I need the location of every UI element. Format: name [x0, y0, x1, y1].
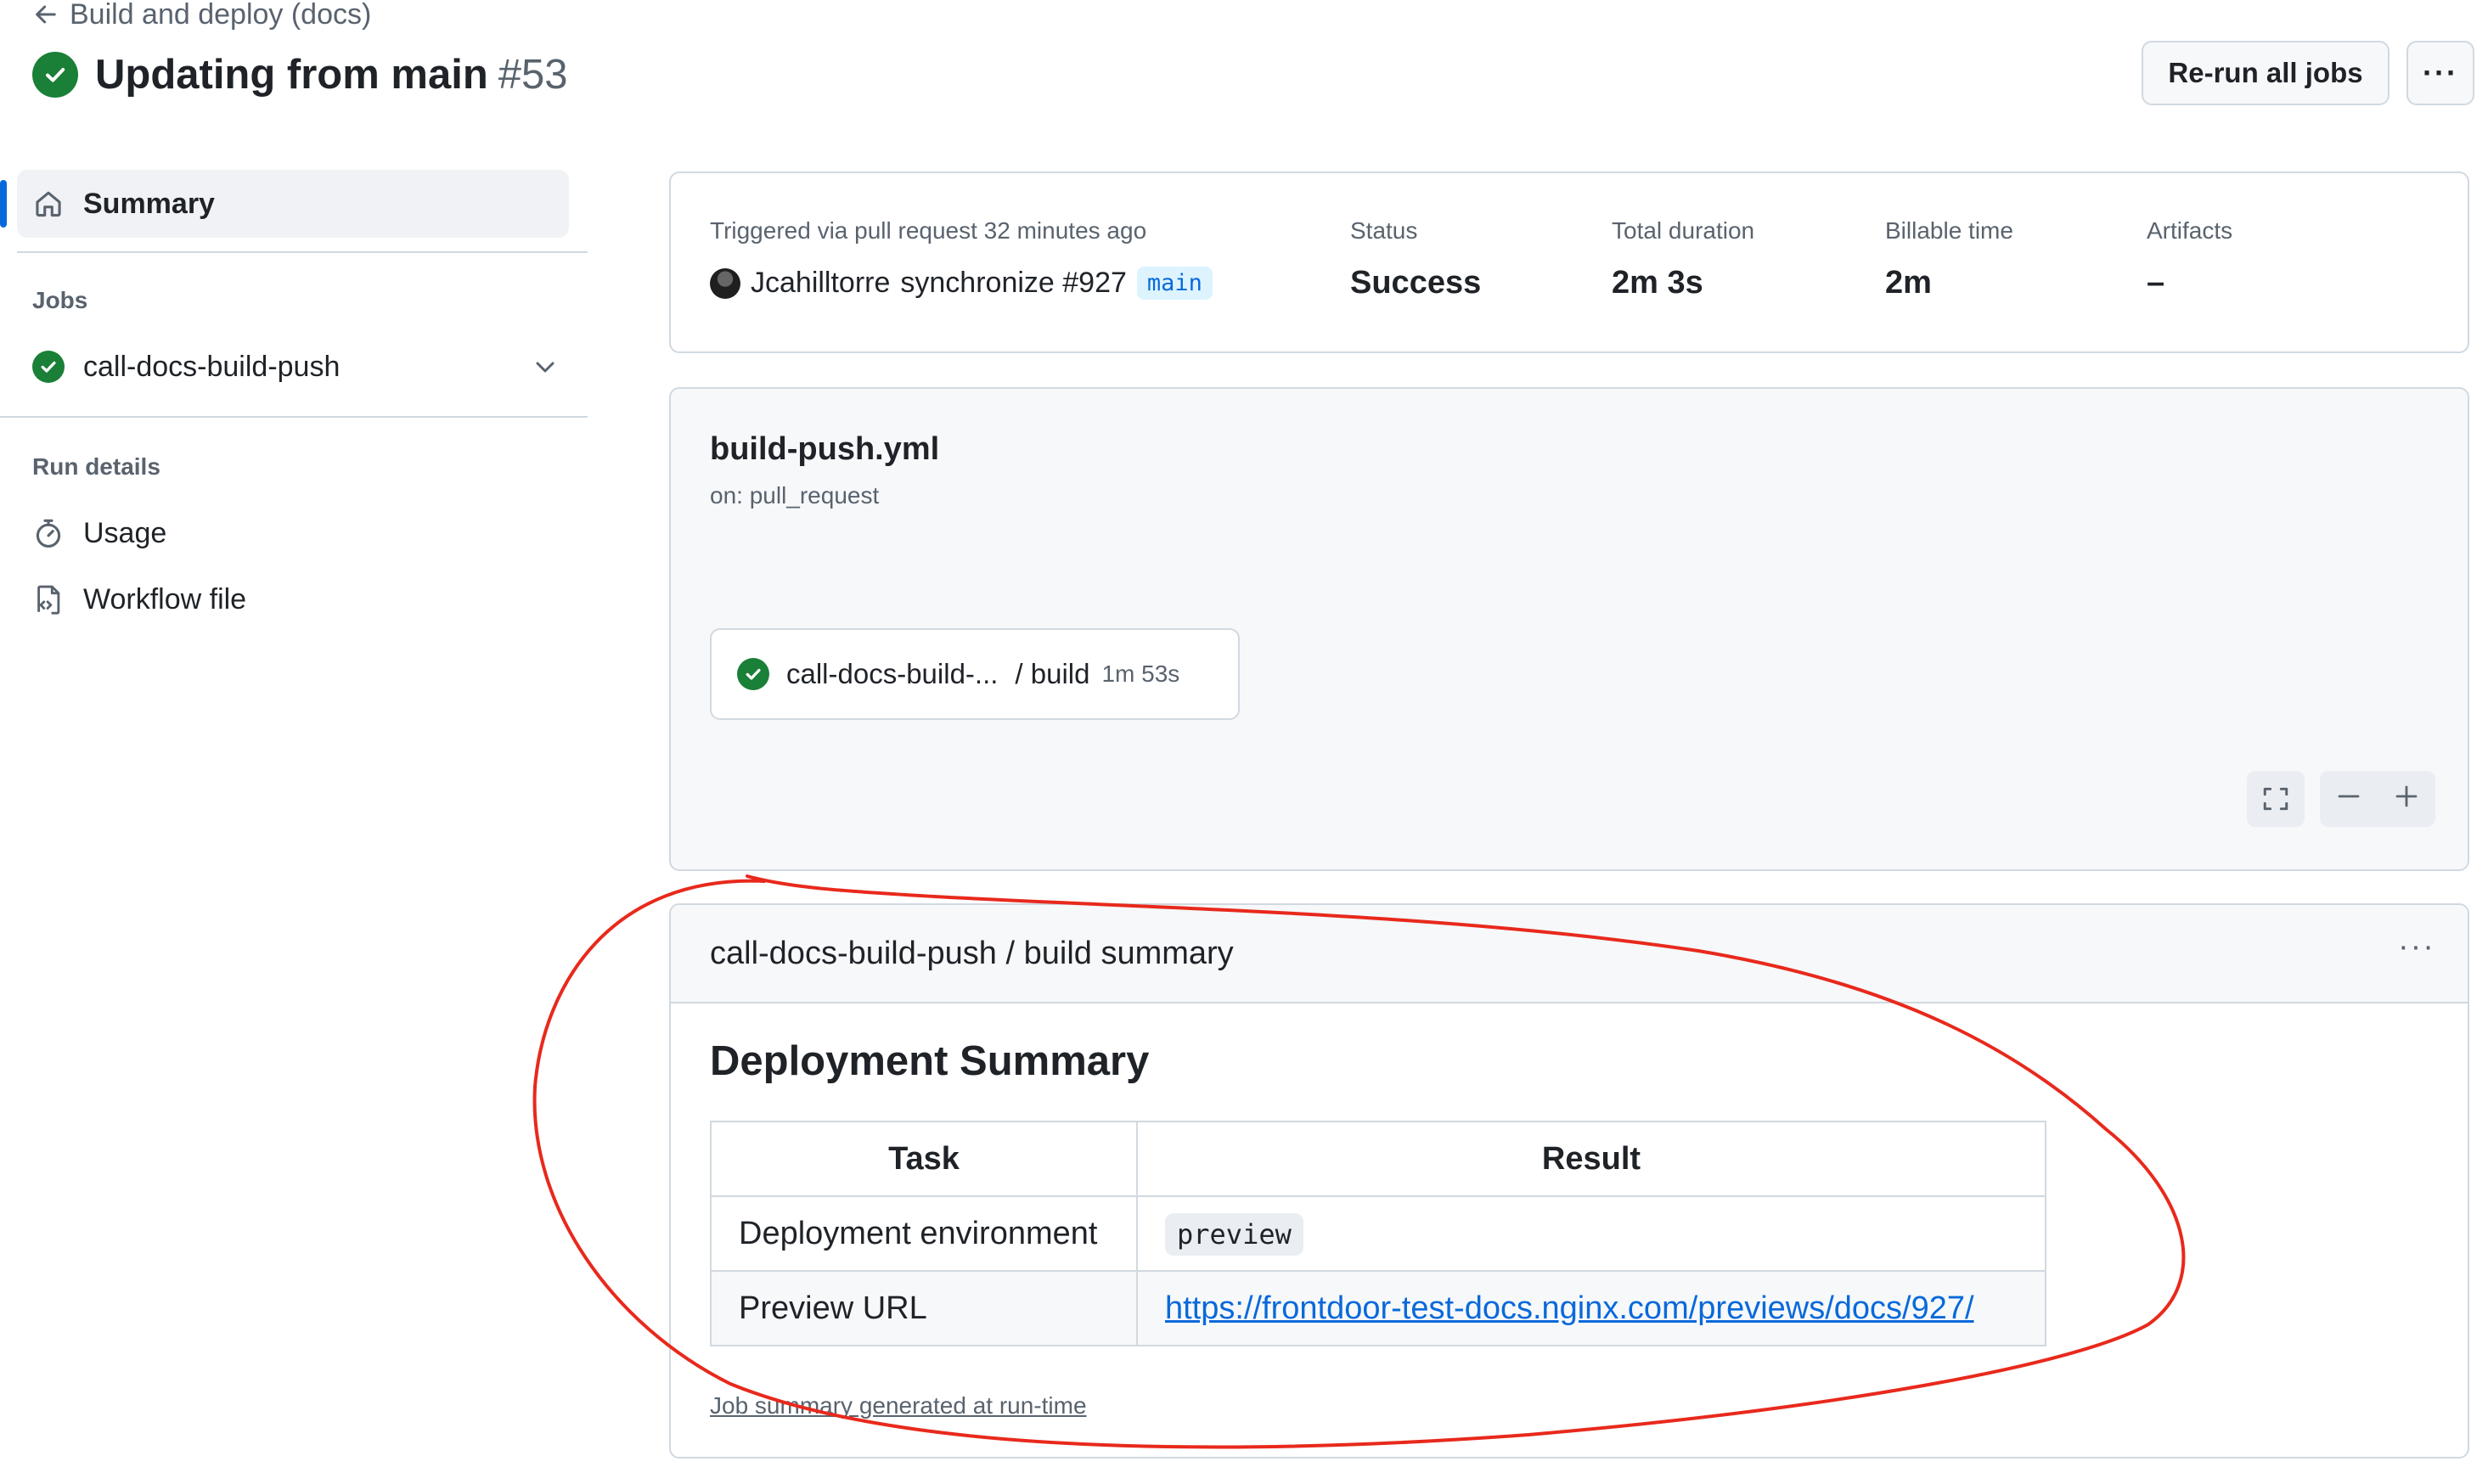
environment-code: preview	[1165, 1212, 1303, 1256]
sidebar-item-label: Usage	[83, 516, 167, 549]
avatar	[710, 267, 740, 299]
success-check-icon	[737, 658, 769, 690]
task-cell: Deployment environment	[710, 1195, 1138, 1272]
file-code-icon	[37, 585, 60, 615]
deployment-summary-heading: Deployment Summary	[710, 1038, 1150, 1084]
success-check-icon	[32, 351, 65, 383]
job-summary-title: call-docs-build-push / build summary	[710, 936, 1234, 971]
result-cell: https://frontdoor-test-docs.nginx.com/pr…	[1136, 1270, 2046, 1346]
job-summary-footer-link[interactable]: Job summary generated at run-time	[710, 1392, 1087, 1419]
run-title: Updating from main	[95, 52, 488, 98]
sidebar-divider	[0, 416, 588, 418]
preview-url-link[interactable]: https://frontdoor-test-docs.nginx.com/pr…	[1165, 1290, 1974, 1326]
deployment-summary-table: Task Result Deployment environment previ…	[710, 1121, 2046, 1346]
sidebar-item-label: Workflow file	[83, 582, 247, 616]
sidebar-item-job[interactable]: call-docs-build-push	[32, 345, 559, 389]
table-header-row: Task Result	[710, 1121, 2046, 1197]
back-link-label: Build and deploy (docs)	[70, 0, 372, 31]
job-node[interactable]: call-docs-build-... / build 1m 53s	[710, 628, 1240, 720]
sidebar-divider	[17, 251, 588, 253]
workflow-file-name[interactable]: build-push.yml	[710, 431, 939, 468]
fullscreen-icon	[2263, 787, 2288, 811]
table-row: Deployment environment preview	[710, 1195, 2046, 1272]
trigger-event: Jcahilltorre synchronize #927 main	[710, 267, 1213, 300]
sidebar-item-workflow-file[interactable]: Workflow file	[32, 577, 246, 621]
status-value: Success	[1350, 265, 1482, 301]
artifacts-label: Artifacts	[2147, 217, 2233, 244]
run-number: #53	[498, 52, 568, 98]
triggered-text: Triggered via pull request 32 minutes ag…	[710, 217, 1147, 244]
zoom-out-button[interactable]	[2335, 780, 2362, 818]
stopwatch-icon	[36, 519, 61, 548]
minus-icon	[2338, 795, 2360, 797]
sidebar-item-label: Summary	[83, 187, 215, 220]
sidebar-item-summary[interactable]: Summary	[32, 182, 215, 226]
jobs-heading: Jobs	[32, 287, 88, 313]
duration-value: 2m 3s	[1612, 265, 1703, 301]
billable-label: Billable time	[1885, 217, 2013, 244]
plus-icon	[2395, 785, 2418, 807]
result-cell: preview	[1136, 1195, 2046, 1272]
workflow-trigger: on: pull_request	[710, 482, 880, 509]
arrow-left-icon	[36, 5, 56, 24]
active-indicator	[0, 180, 7, 228]
sidebar-item-usage[interactable]: Usage	[32, 511, 166, 555]
branch-badge[interactable]: main	[1136, 267, 1213, 300]
billable-value: 2m	[1885, 265, 1932, 301]
rerun-all-jobs-button[interactable]: Re-run all jobs	[2142, 41, 2389, 105]
zoom-controls	[2320, 771, 2435, 827]
status-label: Status	[1350, 217, 1418, 244]
success-check-icon	[32, 52, 78, 98]
event-text[interactable]: synchronize #927	[900, 267, 1127, 300]
job-summary-more-button[interactable]: ···	[2398, 929, 2435, 965]
run-details-heading: Run details	[32, 453, 160, 480]
job-node-name: call-docs-build-...	[786, 658, 999, 689]
home-icon	[36, 191, 61, 217]
job-node-step: / build	[1015, 658, 1090, 689]
more-options-button[interactable]: ···	[2406, 41, 2474, 105]
job-node-duration: 1m 53s	[1101, 660, 1180, 687]
table-row: Preview URL https://frontdoor-test-docs.…	[710, 1270, 2046, 1346]
chevron-down-icon[interactable]	[532, 353, 559, 380]
column-header-result: Result	[1136, 1121, 2046, 1197]
column-header-task: Task	[710, 1121, 1138, 1197]
task-cell: Preview URL	[710, 1270, 1138, 1346]
run-info-card: Triggered via pull request 32 minutes ag…	[669, 171, 2469, 353]
duration-label: Total duration	[1612, 217, 1755, 244]
actor-link[interactable]: Jcahilltorre	[751, 267, 890, 300]
artifacts-value: –	[2147, 265, 2165, 301]
page-title: Updating from main #53	[32, 47, 568, 103]
sidebar-item-label: call-docs-build-push	[83, 350, 341, 383]
back-link[interactable]: Build and deploy (docs)	[32, 0, 372, 31]
zoom-in-button[interactable]	[2393, 780, 2420, 818]
fullscreen-button[interactable]	[2247, 771, 2305, 827]
